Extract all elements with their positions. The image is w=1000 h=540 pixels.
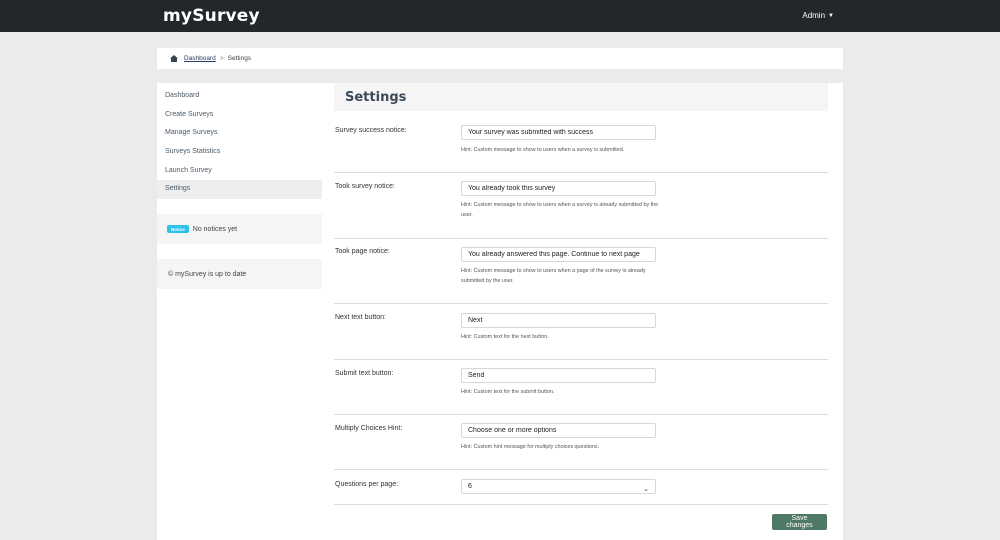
user-menu-label: Admin [802, 11, 826, 20]
top-navbar: mySurvey Admin ▼ [0, 0, 1000, 32]
sidebar-nav: Dashboard Create Surveys Manage Surveys … [157, 83, 322, 200]
next-text-button-input[interactable] [461, 313, 656, 328]
next-text-button-label: Next text button: [335, 314, 386, 321]
row-divider [334, 172, 828, 173]
sidebar: Dashboard Create Surveys Manage Surveys … [157, 83, 322, 289]
row-divider [334, 359, 828, 360]
took-page-notice-label: Took page notice: [335, 248, 390, 255]
survey-success-notice-hint: Hint: Custom message to show to users wh… [461, 147, 625, 153]
breadcrumb-current: Settings [227, 55, 252, 62]
questions-per-page-value: 6 [468, 483, 472, 490]
next-text-button-hint: Hint: Custom text for the next button. [461, 334, 549, 340]
update-status-panel: © mySurvey is up to date [157, 259, 322, 289]
main-card: Dashboard Create Surveys Manage Surveys … [157, 83, 843, 540]
submit-text-button-hint: Hint: Custom text for the submit button. [461, 389, 555, 395]
multiply-choices-hint-label: Multiply Choices Hint: [335, 425, 403, 432]
took-survey-notice-input[interactable] [461, 181, 656, 196]
questions-per-page-select[interactable]: 6 ⌄ [461, 479, 656, 494]
multiply-choices-hint-hint: Hint: Custom hint message for multiply c… [461, 444, 600, 450]
home-icon[interactable] [170, 55, 178, 62]
brand-logo[interactable]: mySurvey [163, 6, 260, 26]
settings-content: Settings Survey success notice: Hint: Cu… [334, 83, 828, 530]
caret-down-icon: ▼ [828, 12, 834, 19]
settings-header: Settings [334, 83, 828, 111]
row-divider [334, 469, 828, 470]
notices-text: No notices yet [192, 225, 238, 233]
sidebar-item-dashboard[interactable]: Dashboard [157, 87, 322, 106]
multiply-choices-hint-input[interactable] [461, 423, 656, 438]
admin-user-menu[interactable]: Admin ▼ [802, 11, 834, 20]
submit-text-button-input[interactable] [461, 368, 656, 383]
sidebar-item-create-surveys[interactable]: Create Surveys [157, 106, 322, 125]
row-divider [334, 303, 828, 304]
row-divider [334, 504, 828, 505]
submit-text-button-label: Submit text button: [335, 370, 394, 377]
update-status-text: © mySurvey is up to date [168, 270, 247, 278]
notices-panel: Notice No notices yet [157, 214, 322, 244]
chevron-down-icon: ⌄ [643, 486, 649, 493]
survey-success-notice-label: Survey success notice: [335, 127, 407, 134]
page-title: Settings [345, 89, 407, 105]
row-divider [334, 414, 828, 415]
sidebar-item-launch-survey[interactable]: Launch Survey [157, 162, 322, 181]
save-changes-button[interactable]: Save changes [772, 514, 827, 530]
notice-badge: Notice [167, 225, 189, 233]
row-divider [334, 238, 828, 239]
took-page-notice-input[interactable] [461, 247, 656, 262]
questions-per-page-label: Questions per page: [335, 481, 399, 488]
took-page-notice-hint: Hint: Custom message to show to users wh… [461, 268, 646, 284]
breadcrumb: Dashboard > Settings [157, 48, 843, 69]
breadcrumb-dashboard-link[interactable]: Dashboard [184, 55, 216, 62]
sidebar-item-settings[interactable]: Settings [157, 180, 322, 200]
breadcrumb-separator: > [219, 55, 224, 62]
survey-success-notice-input[interactable] [461, 125, 656, 140]
took-survey-notice-hint: Hint: Custom message to show to users wh… [461, 202, 659, 218]
took-survey-notice-label: Took survey notice: [335, 183, 395, 190]
sidebar-item-surveys-statistics[interactable]: Surveys Statistics [157, 143, 322, 162]
sidebar-item-manage-surveys[interactable]: Manage Surveys [157, 124, 322, 143]
